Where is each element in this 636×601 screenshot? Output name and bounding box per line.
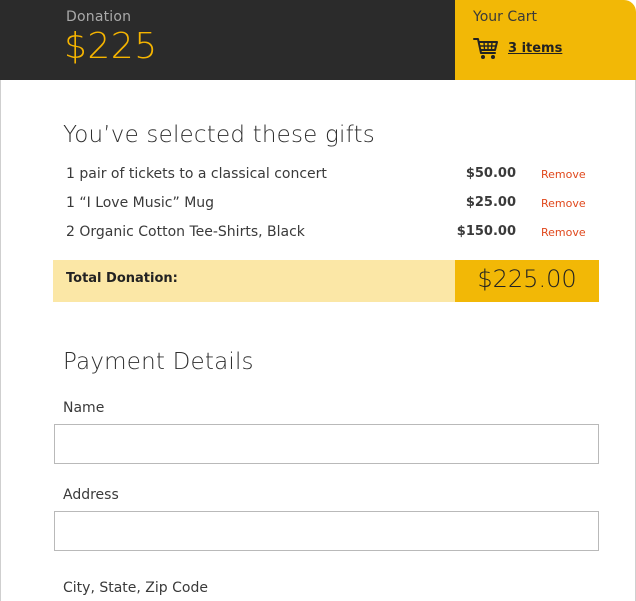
gifts-section-title: You’ve selected these gifts — [63, 122, 375, 148]
name-input[interactable] — [54, 424, 599, 464]
gift-description: 1 pair of tickets to a classical concert — [66, 166, 327, 182]
remove-gift-button[interactable]: Remove — [541, 226, 586, 239]
gift-price: $50.00 — [465, 166, 516, 181]
donation-summary-panel: Donation $225 — [0, 0, 455, 80]
donation-amount: $225 — [64, 26, 158, 67]
remove-gift-button[interactable]: Remove — [541, 197, 586, 210]
gift-row: 2 Organic Cotton Tee-Shirts, Black $150.… — [66, 224, 596, 244]
cart-panel: Your Cart 3 items — [455, 0, 636, 80]
remove-gift-button[interactable]: Remove — [541, 168, 586, 181]
total-donation-value: $225.00 — [477, 265, 577, 293]
address-label: Address — [63, 487, 119, 503]
gift-description: 1 “I Love Music” Mug — [66, 195, 215, 211]
gift-row: 1 pair of tickets to a classical concert… — [66, 166, 596, 186]
gift-row: 1 “I Love Music” Mug $25.00 Remove — [66, 195, 596, 215]
total-label-area: Total Donation: — [53, 260, 455, 302]
total-value-area: $225.00 — [455, 260, 599, 302]
total-donation-bar: Total Donation: $225.00 — [53, 260, 599, 302]
shopping-cart-icon[interactable] — [473, 37, 499, 61]
gift-description: 2 Organic Cotton Tee-Shirts, Black — [66, 224, 305, 240]
name-label: Name — [63, 400, 105, 416]
cart-items-link[interactable]: 3 items — [508, 41, 562, 56]
address-input[interactable] — [54, 511, 599, 551]
donation-checkout-page: Donation $225 Your Cart 3 items You’ve s… — [0, 0, 636, 601]
payment-section-title: Payment Details — [63, 349, 254, 375]
gift-price: $150.00 — [456, 224, 516, 239]
cart-label: Your Cart — [473, 9, 537, 25]
gift-price: $25.00 — [465, 195, 516, 210]
total-donation-label: Total Donation: — [66, 271, 178, 286]
header: Donation $225 Your Cart 3 items — [0, 0, 636, 80]
city-state-zip-label: City, State, Zip Code — [63, 580, 208, 596]
donation-label: Donation — [66, 9, 132, 25]
